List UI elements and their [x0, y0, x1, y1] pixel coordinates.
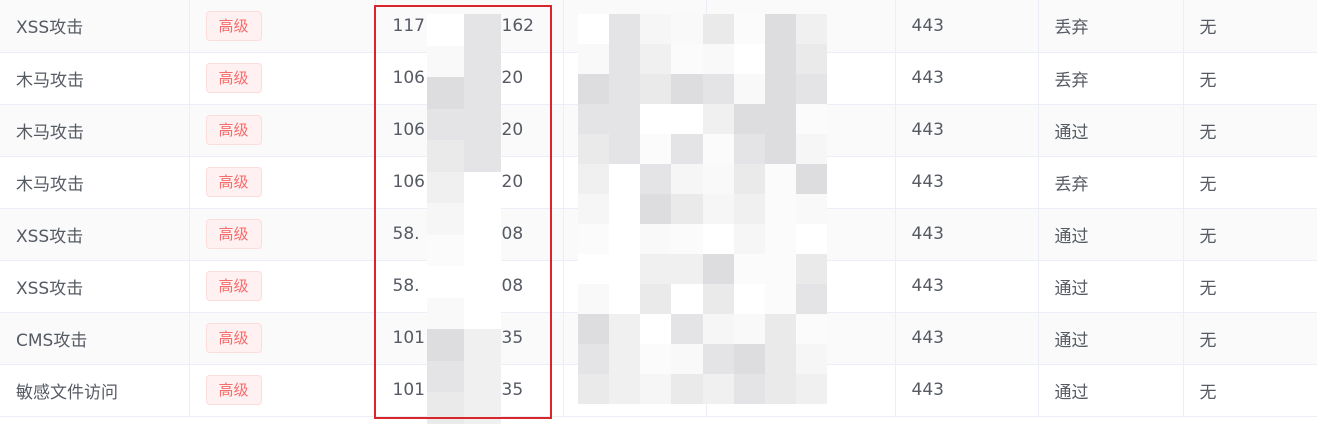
destination-cell-a [563, 364, 707, 417]
table-row[interactable]: CMS攻击 高级 101 35 443 通过无 [0, 312, 1317, 365]
destination-cell-a [563, 156, 707, 209]
port-cell: 443 [895, 156, 1039, 209]
destination-cell-b [706, 0, 896, 53]
attack-type-cell: 敏感文件访问 [0, 364, 190, 417]
level-cell: 高级 [189, 364, 376, 417]
destination-cell-a [563, 104, 707, 157]
extra-cell: 无 [1183, 364, 1317, 417]
table-row[interactable]: 敏感文件访问 高级 101 35 443 通过无 [0, 364, 1317, 417]
action-cell: 丢弃 [1038, 156, 1184, 209]
attack-type-cell: XSS攻击 [0, 208, 190, 261]
source-ip-suffix: 08 [501, 224, 524, 244]
destination-cell-b [706, 312, 896, 365]
level-tag: 高级 [205, 167, 262, 197]
attack-type-cell: 木马攻击 [0, 52, 190, 105]
level-tag: 高级 [205, 115, 262, 145]
port-cell: 443 [895, 260, 1039, 313]
action-cell: 通过 [1038, 104, 1184, 157]
extra-cell: 无 [1183, 52, 1317, 105]
level-tag: 高级 [205, 375, 262, 405]
source-ip-prefix: 58. [392, 224, 420, 244]
port-cell: 443 [895, 312, 1039, 365]
destination-cell-b [706, 208, 896, 261]
attack-type-cell: CMS攻击 [0, 312, 190, 365]
level-tag: 高级 [205, 63, 262, 93]
level-cell: 高级 [189, 0, 376, 53]
source-ip-suffix: 35 [501, 380, 524, 400]
extra-cell: 无 [1183, 312, 1317, 365]
attack-type-cell: 木马攻击 [0, 156, 190, 209]
level-cell: 高级 [189, 52, 376, 105]
source-ip-suffix: 20 [501, 120, 524, 140]
source-ip-cell: 58. 08 [375, 260, 564, 313]
port-cell: 443 [895, 52, 1039, 105]
source-ip-prefix: 117 [392, 15, 425, 36]
port-cell: 443 [895, 364, 1039, 417]
level-cell: 高级 [189, 156, 376, 209]
port-cell: 443 [895, 0, 1039, 53]
level-cell: 高级 [189, 312, 376, 365]
destination-cell-b [706, 364, 896, 417]
source-ip-prefix: 58. [392, 276, 420, 296]
destination-cell-b [706, 260, 896, 313]
table-row[interactable]: XSS攻击 高级 58. 08 443 通过无 [0, 260, 1317, 313]
destination-cell-a [563, 52, 707, 105]
destination-cell-a [563, 208, 707, 261]
source-ip-prefix: 106 [392, 172, 425, 192]
action-cell: 通过 [1038, 208, 1184, 261]
source-ip-cell: 101 35 [375, 364, 564, 417]
table-row[interactable]: 木马攻击 高级 106 20 443 丢弃无 [0, 156, 1317, 209]
attack-type-cell: XSS攻击 [0, 0, 190, 53]
source-ip-prefix: 106 [392, 68, 425, 88]
extra-cell: 无 [1183, 156, 1317, 209]
source-ip-cell: 106 20 [375, 52, 564, 105]
attack-type-cell: 木马攻击 [0, 104, 190, 157]
source-ip-prefix: 101 [392, 380, 425, 400]
source-ip-suffix: 20 [501, 172, 524, 192]
table-row[interactable]: 木马攻击 高级 106 20 443 通过无 [0, 104, 1317, 157]
destination-cell-b [706, 52, 896, 105]
source-ip-cell: 106 20 [375, 156, 564, 209]
level-cell: 高级 [189, 260, 376, 313]
level-cell: 高级 [189, 104, 376, 157]
level-cell: 高级 [189, 208, 376, 261]
destination-cell-b [706, 104, 896, 157]
extra-cell: 无 [1183, 260, 1317, 313]
action-cell: 通过 [1038, 312, 1184, 365]
source-ip-suffix: 08 [501, 276, 524, 296]
extra-cell: 无 [1183, 104, 1317, 157]
attack-type-cell: XSS攻击 [0, 260, 190, 313]
source-ip-prefix: 106 [392, 120, 425, 140]
action-cell: 丢弃 [1038, 52, 1184, 105]
destination-cell-a [563, 0, 707, 53]
destination-cell-a [563, 260, 707, 313]
source-ip-cell: 58. 08 [375, 208, 564, 261]
destination-cell-b [706, 156, 896, 209]
source-ip-suffix: 35 [501, 328, 524, 348]
attack-log-table: XSS攻击 高级 117 162 443 丢弃无木马攻击 高级 106 20 443 丢弃无木马攻击… [0, 0, 1317, 417]
source-ip-suffix: 162 [501, 15, 534, 36]
level-tag: 高级 [205, 271, 262, 301]
action-cell: 通过 [1038, 260, 1184, 313]
extra-cell: 无 [1183, 208, 1317, 261]
table-row[interactable]: 木马攻击 高级 106 20 443 丢弃无 [0, 52, 1317, 105]
source-ip-cell: 106 20 [375, 104, 564, 157]
table-row[interactable]: XSS攻击 高级 117 162 443 丢弃无 [0, 0, 1317, 53]
source-ip-cell: 101 35 [375, 312, 564, 365]
port-cell: 443 [895, 208, 1039, 261]
port-cell: 443 [895, 104, 1039, 157]
source-ip-cell: 117 162 [375, 0, 564, 53]
level-tag: 高级 [205, 219, 262, 249]
table-row[interactable]: XSS攻击 高级 58. 08 443 通过无 [0, 208, 1317, 261]
action-cell: 丢弃 [1038, 0, 1184, 53]
level-tag: 高级 [205, 323, 262, 353]
table-body: XSS攻击 高级 117 162 443 丢弃无木马攻击 高级 106 20 443 丢弃无木马攻击… [0, 0, 1317, 417]
level-tag: 高级 [205, 10, 262, 41]
source-ip-prefix: 101 [392, 328, 425, 348]
destination-cell-a [563, 312, 707, 365]
source-ip-suffix: 20 [501, 68, 524, 88]
action-cell: 通过 [1038, 364, 1184, 417]
extra-cell: 无 [1183, 0, 1317, 53]
